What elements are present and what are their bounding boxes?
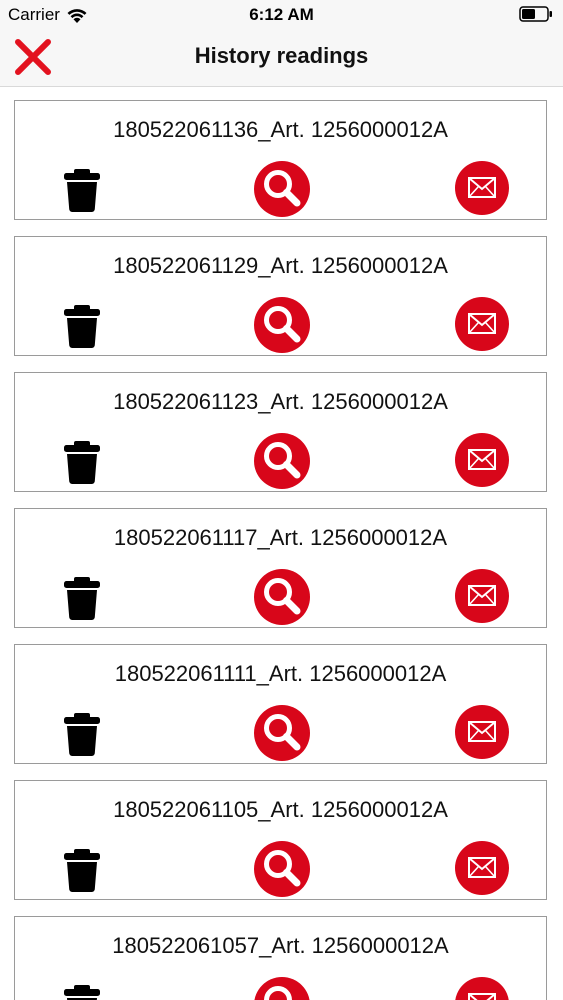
screen: Carrier 6:12 AM History readings 1805220… [0,0,563,1000]
trash-icon [64,849,100,892]
reading-card[interactable]: 180522061136_Art. 1256000012A [14,100,547,220]
reading-title: 180522061136_Art. 1256000012A [113,117,448,142]
delete-button[interactable] [63,439,101,485]
view-button[interactable] [254,705,310,761]
magnifier-icon [264,714,301,751]
reading-card[interactable]: 180522061105_Art. 1256000012A [14,780,547,900]
battery-icon [519,6,552,22]
envelope-icon [468,993,496,1000]
reading-title: 180522061057_Art. 1256000012A [112,933,449,958]
envelope-icon [468,721,496,742]
envelope-icon [468,449,496,470]
email-button[interactable] [455,841,509,895]
email-button[interactable] [455,297,509,351]
nav-bar: History readings [0,30,563,87]
reading-card[interactable]: 180522061057_Art. 1256000012A [14,916,547,1000]
magnifier-icon [264,442,301,479]
view-button[interactable] [254,433,310,489]
email-button[interactable] [455,433,509,487]
magnifier-icon [264,170,301,207]
reading-title: 180522061129_Art. 1256000012A [113,253,448,278]
reading-card[interactable]: 180522061123_Art. 1256000012A [14,372,547,492]
magnifier-icon [264,850,301,887]
view-button[interactable] [254,977,310,1000]
envelope-icon [468,177,496,198]
envelope-icon [468,585,496,606]
delete-button[interactable] [63,575,101,621]
view-button[interactable] [254,569,310,625]
reading-card[interactable]: 180522061117_Art. 1256000012A [14,508,547,628]
magnifier-icon [264,306,301,343]
trash-icon [64,985,100,1000]
view-button[interactable] [254,297,310,353]
reading-card[interactable]: 180522061111_Art. 1256000012A [14,644,547,764]
status-bar: Carrier 6:12 AM [0,0,563,30]
view-button[interactable] [254,841,310,897]
view-button[interactable] [254,161,310,217]
reading-title: 180522061105_Art. 1256000012A [113,797,448,822]
delete-button[interactable] [63,303,101,349]
trash-icon [64,441,100,484]
status-time: 6:12 AM [249,5,314,24]
page-title: History readings [194,43,369,68]
reading-title: 180522061111_Art. 1256000012A [114,661,447,686]
trash-icon [64,713,100,756]
magnifier-icon [264,578,301,615]
email-button[interactable] [455,977,509,1000]
delete-button[interactable] [63,847,101,893]
delete-button[interactable] [63,711,101,757]
magnifier-icon [264,986,292,1000]
email-button[interactable] [455,569,509,623]
email-button[interactable] [455,705,509,759]
reading-title: 180522061117_Art. 1256000012A [113,525,448,550]
delete-button[interactable] [63,167,101,213]
reading-title: 180522061123_Art. 1256000012A [113,389,448,414]
trash-icon [64,305,100,348]
email-button[interactable] [455,161,509,215]
delete-button[interactable] [63,983,101,1000]
envelope-icon [468,857,496,878]
trash-icon [64,169,100,212]
reading-card[interactable]: 180522061129_Art. 1256000012A [14,236,547,356]
trash-icon [64,577,100,620]
envelope-icon [468,313,496,334]
